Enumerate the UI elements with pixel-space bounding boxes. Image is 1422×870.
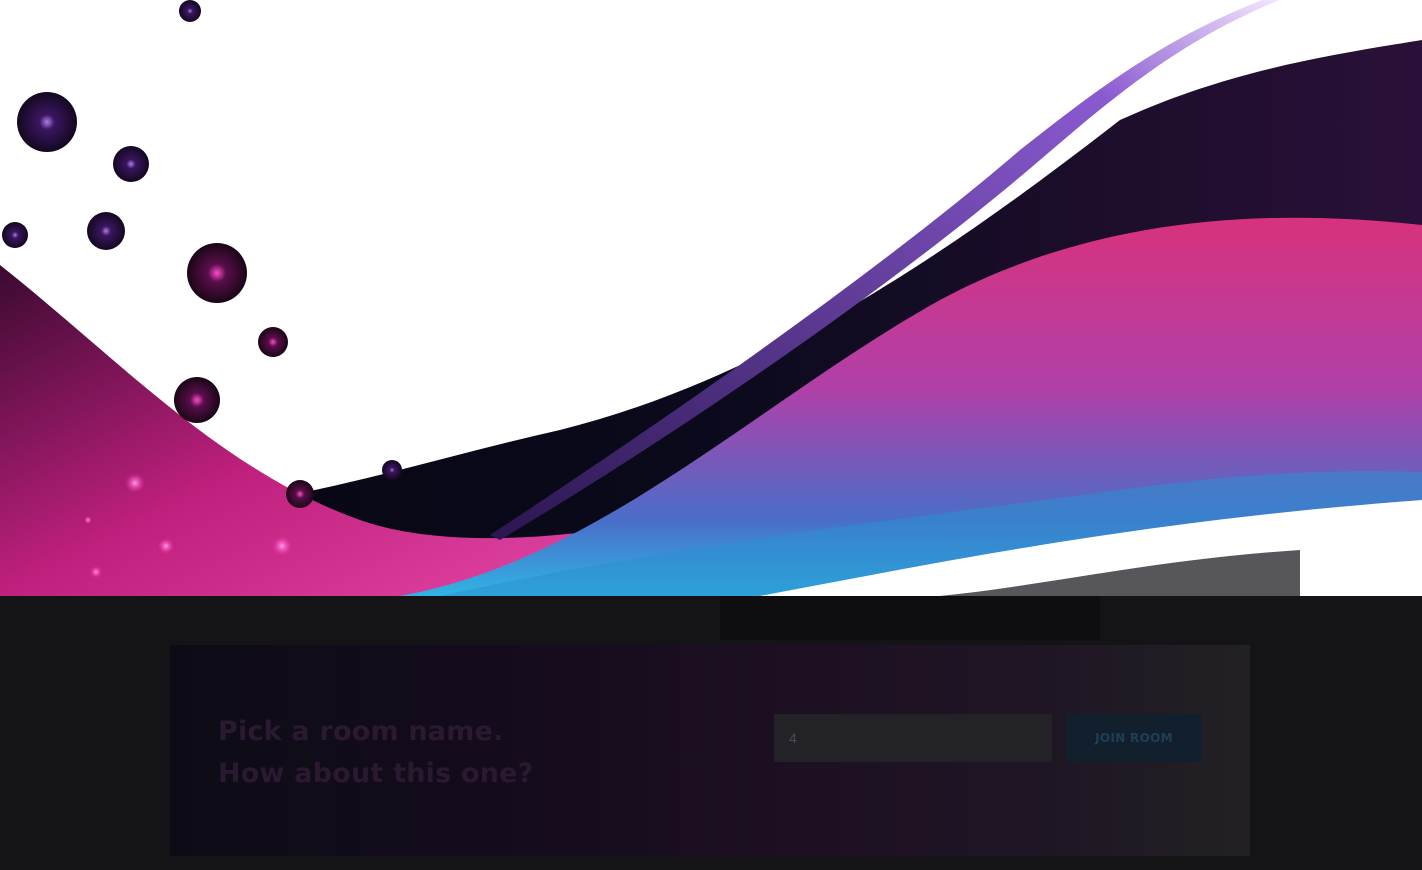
- room-picker-card: Pick a room name. How about this one? JO…: [170, 645, 1250, 856]
- room-prompt: Pick a room name. How about this one?: [218, 711, 534, 795]
- abstract-wave-artwork: [0, 0, 1422, 596]
- shadow-strip: [720, 596, 1100, 640]
- hero-banner: [0, 0, 1422, 596]
- prompt-line-2: How about this one?: [218, 758, 534, 789]
- prompt-line-1: Pick a room name.: [218, 716, 504, 747]
- join-room-button[interactable]: JOIN ROOM: [1066, 714, 1202, 762]
- room-name-input[interactable]: [774, 714, 1052, 762]
